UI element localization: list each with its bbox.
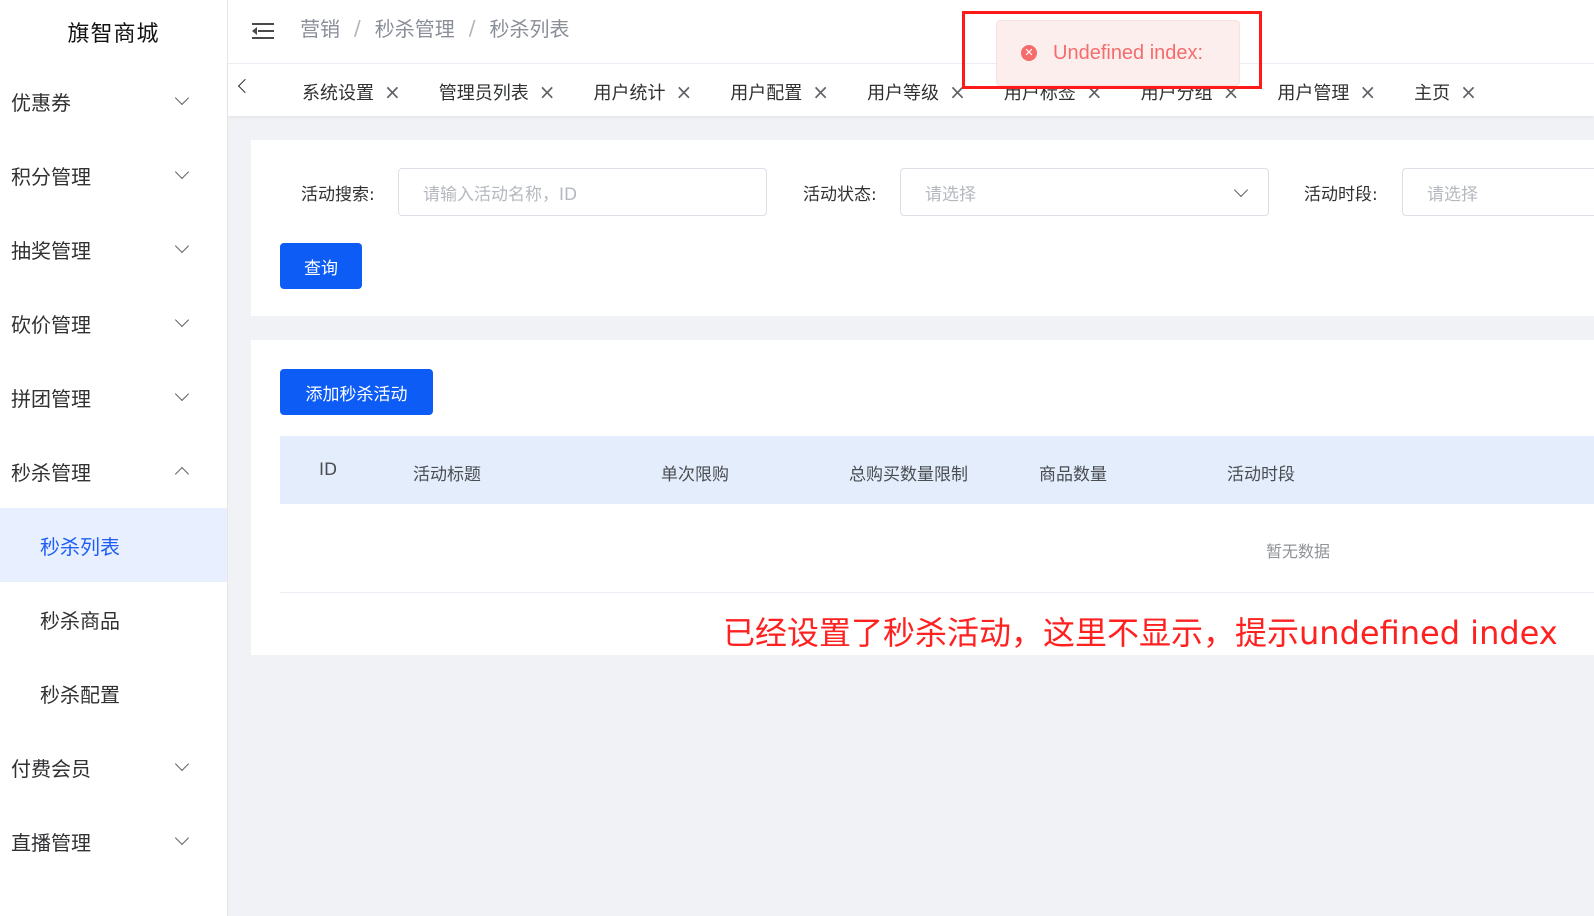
highlight-box xyxy=(962,11,1262,89)
activity-search-input[interactable]: 请输入活动名称，ID xyxy=(398,168,767,216)
chevron-down-icon xyxy=(174,238,190,254)
menu-item-paid-member[interactable]: 付费会员 xyxy=(0,730,227,804)
submenu-item-label: 秒杀商品 xyxy=(40,608,120,633)
close-icon[interactable]: × xyxy=(539,80,556,104)
tab-label: 用户统计 xyxy=(593,83,666,104)
top-header: 营销 / 秒杀管理 / 秒杀列表 xyxy=(228,0,1594,64)
close-icon[interactable]: × xyxy=(384,80,401,104)
chevron-down-icon xyxy=(174,386,190,402)
tab-user-management[interactable]: 用户管理 × xyxy=(1277,64,1376,116)
breadcrumb-item-marketing[interactable]: 营销 xyxy=(300,13,340,42)
menu-item-coupon[interactable]: 优惠券 xyxy=(0,64,227,138)
chevron-down-icon xyxy=(174,756,190,772)
chevron-down-icon xyxy=(174,164,190,180)
menu-item-bargain[interactable]: 砍价管理 xyxy=(0,286,227,360)
breadcrumb-item-flash-sale-list: 秒杀列表 xyxy=(489,17,570,41)
activity-search-label: 活动搜索: xyxy=(301,185,375,205)
activity-period-label: 活动时段: xyxy=(1304,185,1378,205)
column-header-goods-count: 商品数量 xyxy=(1039,465,1107,485)
chevron-down-icon xyxy=(174,830,190,846)
sidebar: 旗智商城 优惠券 积分管理 抽奖管理 砍价管理 拼团管理 秒杀管理 秒杀列表 秒… xyxy=(0,0,228,916)
tab-user-stats[interactable]: 用户统计 × xyxy=(594,64,693,116)
close-icon[interactable]: × xyxy=(676,80,693,104)
column-header-period: 活动时段 xyxy=(1227,465,1295,485)
chevron-down-icon xyxy=(174,312,190,328)
chevron-down-icon xyxy=(1233,182,1249,198)
table-header: ID 活动标题 单次限购 总购买数量限制 商品数量 活动时段 xyxy=(280,436,1594,504)
submenu-item-flash-sale-goods[interactable]: 秒杀商品 xyxy=(0,582,227,656)
search-panel: 活动搜索: 请输入活动名称，ID 活动状态: 请选择 活动时段: 请选择 查询 xyxy=(251,140,1594,316)
chevron-up-icon xyxy=(174,466,190,482)
menu-item-label: 优惠券 xyxy=(11,90,71,115)
breadcrumb-item-flash-sale[interactable]: 秒杀管理 xyxy=(375,13,455,42)
breadcrumb: 营销 / 秒杀管理 / 秒杀列表 xyxy=(300,13,570,42)
column-header-single-limit: 单次限购 xyxy=(661,465,729,485)
menu-item-label: 直播管理 xyxy=(11,830,91,855)
query-button[interactable]: 查询 xyxy=(280,243,362,289)
chevron-down-icon xyxy=(174,90,190,106)
activity-period-picker[interactable]: 请选择 xyxy=(1402,168,1594,216)
activity-status-placeholder: 请选择 xyxy=(925,184,976,205)
tab-admin-list[interactable]: 管理员列表 × xyxy=(439,64,556,116)
menu-item-label: 拼团管理 xyxy=(11,386,91,411)
tab-system-settings[interactable]: 系统设置 × xyxy=(302,64,401,116)
close-icon[interactable]: × xyxy=(1359,80,1376,104)
tab-home[interactable]: 主页 × xyxy=(1414,64,1477,116)
menu-item-label: 秒杀管理 xyxy=(11,460,91,485)
breadcrumb-separator: / xyxy=(468,15,476,40)
activity-status-label: 活动状态: xyxy=(803,185,877,205)
menu-item-flash-sale[interactable]: 秒杀管理 xyxy=(0,434,227,508)
tab-label: 系统设置 xyxy=(302,83,374,104)
menu-item-lottery[interactable]: 抽奖管理 xyxy=(0,212,227,286)
table-divider xyxy=(280,592,1594,593)
tab-label: 主页 xyxy=(1414,83,1451,104)
table-empty-text: 暂无数据 xyxy=(1266,542,1331,561)
menu-item-live[interactable]: 直播管理 xyxy=(0,804,227,878)
close-icon[interactable]: × xyxy=(1460,80,1477,104)
tab-user-level[interactable]: 用户等级 × xyxy=(867,64,966,116)
menu-item-group-buy[interactable]: 拼团管理 xyxy=(0,360,227,434)
column-header-title: 活动标题 xyxy=(413,465,481,485)
close-icon[interactable]: × xyxy=(812,80,829,104)
column-header-total-limit: 总购买数量限制 xyxy=(849,465,968,485)
menu-item-label: 付费会员 xyxy=(11,756,91,781)
submenu-item-label: 秒杀列表 xyxy=(40,534,120,559)
tab-label: 用户等级 xyxy=(867,83,940,104)
collapse-menu-icon[interactable] xyxy=(252,22,274,41)
menu-item-points[interactable]: 积分管理 xyxy=(0,138,227,212)
tab-label: 用户配置 xyxy=(730,83,803,104)
breadcrumb-separator: / xyxy=(354,15,361,40)
menu-item-label: 砍价管理 xyxy=(11,312,91,337)
tab-user-config[interactable]: 用户配置 × xyxy=(730,64,829,116)
menu-item-label: 抽奖管理 xyxy=(11,238,91,263)
tabs-bar: 系统设置 × 管理员列表 × 用户统计 × 用户配置 × 用户等级 × 用户标签 × 用户分… xyxy=(228,64,1594,116)
submenu-item-flash-sale-config[interactable]: 秒杀配置 xyxy=(0,656,227,730)
activity-period-placeholder: 请选择 xyxy=(1427,184,1478,205)
column-header-id: ID xyxy=(319,460,338,480)
add-flash-sale-button[interactable]: 添加秒杀活动 xyxy=(280,369,433,415)
submenu-item-flash-sale-list[interactable]: 秒杀列表 xyxy=(0,508,227,582)
annotation-note: 已经设置了秒杀活动，这里不显示，提示undefined index xyxy=(723,614,1558,652)
activity-status-select[interactable]: 请选择 xyxy=(900,168,1269,216)
tab-label: 管理员列表 xyxy=(438,83,529,104)
submenu-item-label: 秒杀配置 xyxy=(40,682,120,707)
app-logo[interactable]: 旗智商城 xyxy=(0,0,227,64)
flash-sale-table-panel: 添加秒杀活动 ID 活动标题 单次限购 总购买数量限制 商品数量 活动时段 暂无… xyxy=(251,340,1594,655)
chevron-left-icon[interactable] xyxy=(236,79,250,93)
menu-item-label: 积分管理 xyxy=(11,164,91,189)
tab-label: 用户管理 xyxy=(1277,83,1350,104)
activity-search-placeholder: 请输入活动名称，ID xyxy=(423,184,578,205)
